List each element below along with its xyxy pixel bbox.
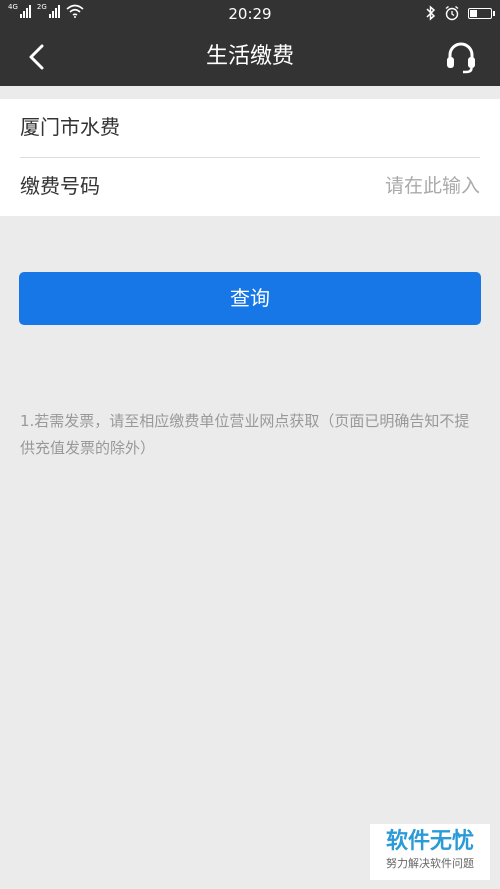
biller-row[interactable]: 厦门市水费 [20,99,480,158]
watermark-logo: 软件无忧 努力解决软件问题 [370,824,490,880]
watermark-title: 软件无忧 [385,829,474,854]
alarm-icon [445,5,459,21]
headset-icon[interactable] [442,38,480,76]
page-title: 生活缴费 [205,44,294,69]
payment-form: 厦门市水费 缴费号码 [0,99,500,216]
bluetooth-icon [426,5,436,21]
account-row: 缴费号码 [20,158,480,216]
battery-fill [470,9,477,17]
biller-name: 厦门市水费 [20,115,120,139]
nav-bar: 生活缴费 [0,28,500,86]
watermark-subtitle: 努力解决软件问题 [386,857,474,870]
query-button[interactable]: 查询 [19,272,481,325]
invoice-note: 1.若需发票，请至相应缴费单位营业网点获取（页面已明确告知不提供充值发票的除外） [20,412,470,457]
status-time: 20:29 [228,5,272,23]
battery-icon [468,7,495,19]
account-label: 缴费号码 [20,174,100,198]
account-number-input[interactable] [240,172,480,200]
status-right [426,5,495,21]
status-bar: 4G 2G 20:29 [0,0,500,28]
